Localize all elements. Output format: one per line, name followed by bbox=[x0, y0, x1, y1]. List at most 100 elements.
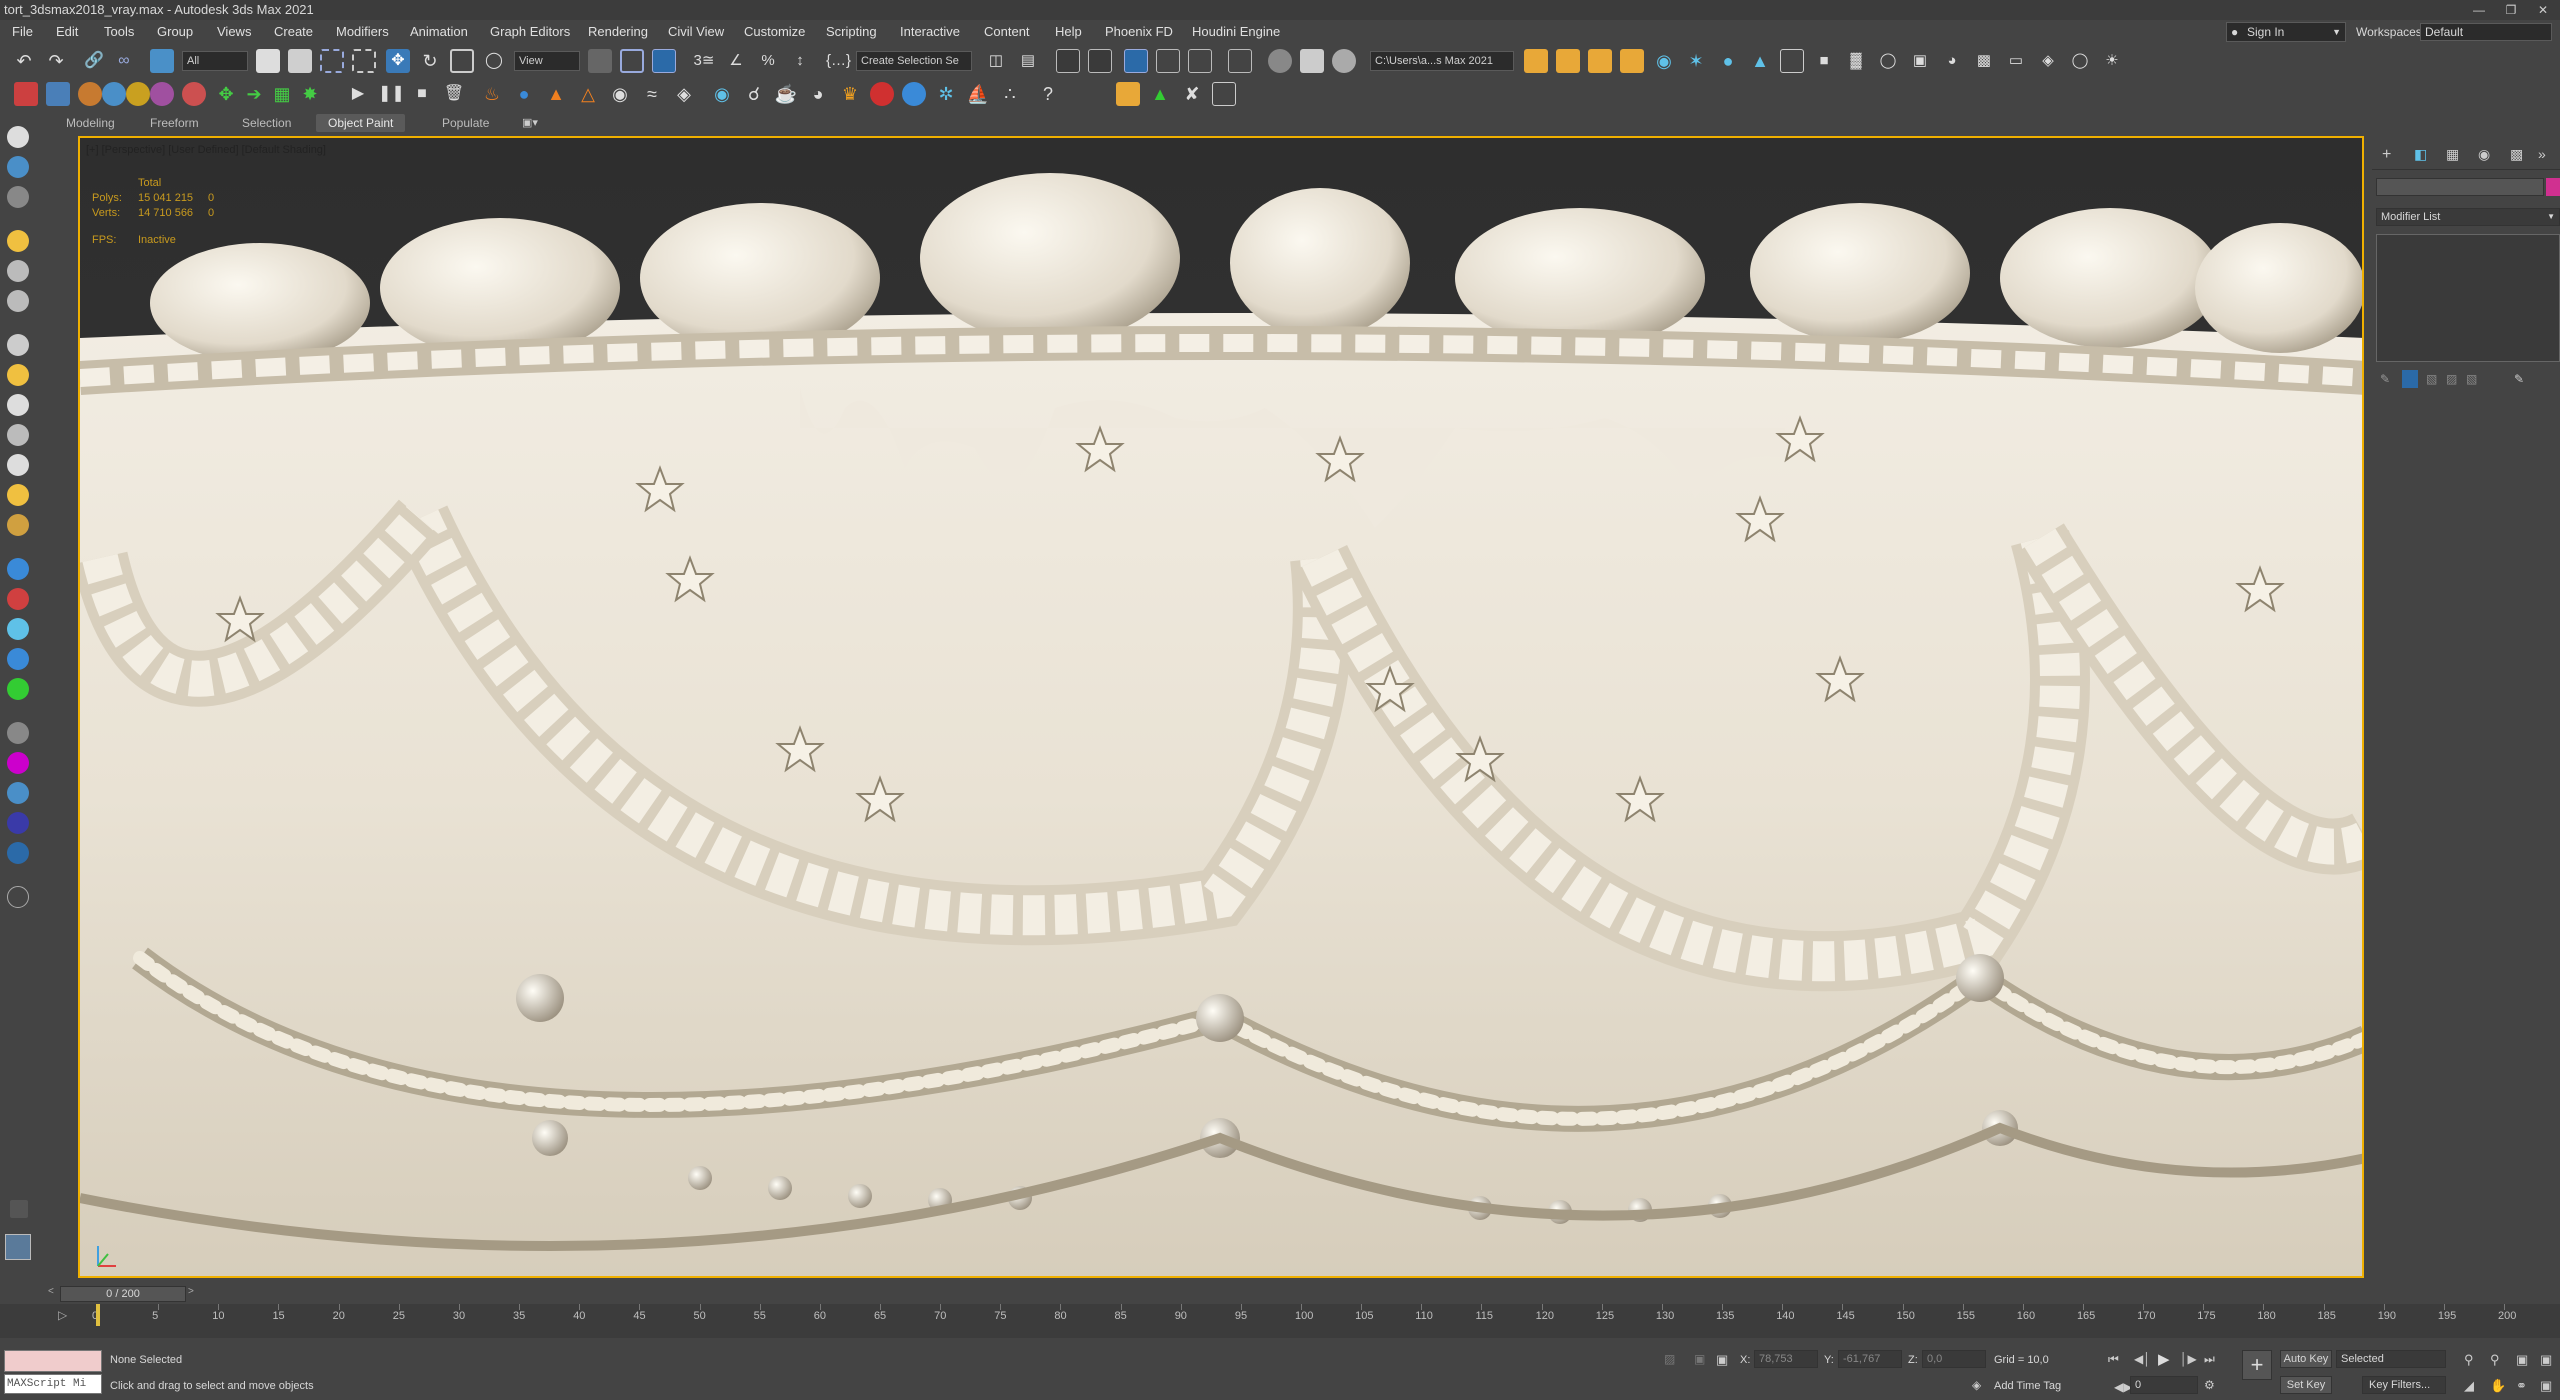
menu-interactive[interactable]: Interactive bbox=[900, 20, 960, 44]
named-selection-dropdown[interactable]: Create Selection Se bbox=[856, 51, 972, 71]
menu-edit[interactable]: Edit bbox=[56, 20, 78, 44]
vray-render-icon[interactable]: ◕ bbox=[1940, 49, 1964, 73]
play-icon[interactable]: ▶ bbox=[346, 82, 370, 106]
phoenix-cup-icon[interactable]: ☕ bbox=[774, 82, 798, 106]
time-configuration-icon[interactable]: ⚙ bbox=[2204, 1378, 2215, 1392]
phoenix-wind-icon[interactable]: ☌ bbox=[742, 82, 766, 106]
rendered-frame-window-icon[interactable] bbox=[1300, 49, 1324, 73]
current-frame-field[interactable]: 0 bbox=[2130, 1376, 2198, 1394]
zoom-all-icon[interactable]: ⚲ bbox=[2490, 1352, 2500, 1368]
undo-icon[interactable]: ↶ bbox=[12, 49, 36, 73]
maximize-viewport-icon[interactable]: ▣ bbox=[2540, 1378, 2552, 1394]
pin-stack-icon[interactable]: ✎ bbox=[2380, 372, 2390, 386]
tab-freeform[interactable]: Freeform bbox=[138, 114, 211, 132]
phoenix-emitter-icon[interactable]: ◉ bbox=[608, 82, 632, 106]
sphere-icon[interactable] bbox=[78, 82, 102, 106]
phoenix-record-icon[interactable] bbox=[870, 82, 894, 106]
menu-help[interactable]: Help bbox=[1055, 20, 1082, 44]
menu-animation[interactable]: Animation bbox=[410, 20, 468, 44]
globe-icon[interactable] bbox=[7, 722, 29, 744]
move-gizmo-icon[interactable]: ✥ bbox=[214, 82, 238, 106]
minimize-icon[interactable]: — bbox=[2464, 0, 2494, 20]
move-icon[interactable]: ✥ bbox=[386, 49, 410, 73]
light-icon[interactable] bbox=[7, 230, 29, 252]
menu-civil-view[interactable]: Civil View bbox=[668, 20, 724, 44]
frame-display[interactable]: 0 / 200 bbox=[60, 1286, 186, 1302]
torus-icon[interactable] bbox=[126, 82, 150, 106]
workspaces-dropdown[interactable]: Default bbox=[2420, 23, 2552, 41]
menu-customize[interactable]: Customize bbox=[744, 20, 805, 44]
add-time-tag[interactable]: Add Time Tag bbox=[1994, 1380, 2061, 1392]
stop-icon[interactable]: ■ bbox=[410, 82, 434, 106]
vray-plane-icon[interactable]: ▲ bbox=[1748, 49, 1772, 73]
perspective-viewport[interactable]: [+] [Perspective] [User Defined] [Defaul… bbox=[78, 136, 2364, 1278]
archive-icon[interactable] bbox=[1620, 49, 1644, 73]
particle-icon[interactable]: ✸ bbox=[298, 82, 322, 106]
project-folder-icon[interactable] bbox=[1524, 49, 1548, 73]
houdini-tree-icon[interactable]: ▲ bbox=[1148, 82, 1172, 106]
close-icon[interactable]: ✕ bbox=[2528, 0, 2558, 20]
track-bar[interactable]: ▷ 05101520253035404550556065707580859095… bbox=[0, 1304, 2560, 1338]
vray-region-icon[interactable]: ▭ bbox=[2004, 49, 2028, 73]
set-key-button[interactable]: Set Key bbox=[2280, 1376, 2332, 1394]
keyboard-shortcut-override-icon[interactable] bbox=[652, 49, 676, 73]
material-editor-icon[interactable] bbox=[1228, 49, 1252, 73]
spacewarp-icon[interactable] bbox=[7, 424, 29, 446]
time-slider[interactable]: < 0 / 200 > bbox=[0, 1284, 2560, 1304]
place-icon[interactable]: ◯ bbox=[482, 49, 506, 73]
phoenix-smoke-icon[interactable]: △ bbox=[576, 82, 600, 106]
spinner-snap-icon[interactable]: ↕ bbox=[788, 49, 812, 73]
sun-icon[interactable] bbox=[7, 484, 29, 506]
sign-in-button[interactable]: ● Sign In ▼ bbox=[2226, 22, 2346, 42]
phoenix-vortex-icon[interactable]: ♛ bbox=[838, 82, 862, 106]
select-manipulate-icon[interactable] bbox=[620, 49, 644, 73]
curve-editor-icon[interactable] bbox=[1156, 49, 1180, 73]
hierarchy-icon[interactable] bbox=[7, 588, 29, 610]
time-prev-icon[interactable]: < bbox=[48, 1286, 54, 1297]
vray-light-icon[interactable]: ✶ bbox=[1684, 49, 1708, 73]
phoenix-particles-icon[interactable]: ∴ bbox=[998, 82, 1022, 106]
object-name-field[interactable] bbox=[2376, 178, 2544, 196]
zoom-icon[interactable]: ⚲ bbox=[2464, 1352, 2474, 1368]
ribbon-options-icon[interactable]: ▣▾ bbox=[522, 116, 538, 129]
layer-explorer-icon[interactable] bbox=[1088, 49, 1112, 73]
vray-proxy-icon[interactable]: ■ bbox=[1812, 49, 1836, 73]
phoenix-source-icon[interactable]: ▲ bbox=[544, 82, 568, 106]
menu-tools[interactable]: Tools bbox=[104, 20, 134, 44]
sphere-primitive-icon[interactable] bbox=[7, 394, 29, 416]
z-coordinate-field[interactable]: 0,0 bbox=[1922, 1350, 1986, 1368]
window-crossing-icon[interactable] bbox=[352, 49, 376, 73]
display-tab-icon[interactable]: ▩ bbox=[2510, 146, 2523, 163]
menu-group[interactable]: Group bbox=[157, 20, 193, 44]
field-of-view-icon[interactable]: ◢ bbox=[2464, 1378, 2474, 1394]
phoenix-bowl-icon[interactable]: ◕ bbox=[806, 82, 830, 106]
expand-arrow-icon[interactable] bbox=[10, 1200, 28, 1218]
reference-coordinate-dropdown[interactable]: View bbox=[514, 51, 580, 71]
help-icon[interactable]: ? bbox=[1036, 82, 1060, 106]
schematic-view-icon[interactable] bbox=[1188, 49, 1212, 73]
time-tag-icon[interactable]: ◈ bbox=[1972, 1378, 1981, 1392]
layer-icon[interactable] bbox=[7, 126, 29, 148]
geosphere-icon[interactable] bbox=[102, 82, 126, 106]
houdini-tools-icon[interactable]: ✘ bbox=[1180, 82, 1204, 106]
vray-environment-icon[interactable]: ◯ bbox=[1876, 49, 1900, 73]
phoenix-globe-icon[interactable] bbox=[902, 82, 926, 106]
object-color-swatch[interactable] bbox=[2546, 178, 2560, 196]
render-production-icon[interactable] bbox=[1332, 49, 1356, 73]
project-folder-dropdown[interactable]: C:\Users\a...s Max 2021 bbox=[1370, 51, 1514, 71]
color-icon[interactable] bbox=[7, 752, 29, 774]
open-folder-icon[interactable] bbox=[1556, 49, 1580, 73]
modifier-stack[interactable] bbox=[2376, 234, 2560, 362]
system-icon[interactable] bbox=[7, 514, 29, 536]
menu-rendering[interactable]: Rendering bbox=[588, 20, 648, 44]
light-lister-icon[interactable]: ◉ bbox=[1652, 49, 1676, 73]
phoenix-fire-icon[interactable]: ♨ bbox=[480, 82, 504, 106]
phoenix-drag-icon[interactable]: ✲ bbox=[934, 82, 958, 106]
go-to-end-icon[interactable]: ⏭ bbox=[2204, 1352, 2215, 1367]
rotate-icon[interactable]: ↻ bbox=[418, 49, 442, 73]
show-end-result-icon[interactable] bbox=[2402, 370, 2418, 388]
menu-create[interactable]: Create bbox=[274, 20, 313, 44]
houdini-grid-icon[interactable] bbox=[1212, 82, 1236, 106]
vray-vfb-icon[interactable]: ▣ bbox=[1908, 49, 1932, 73]
vray-sun-icon[interactable]: ☀ bbox=[2100, 49, 2124, 73]
